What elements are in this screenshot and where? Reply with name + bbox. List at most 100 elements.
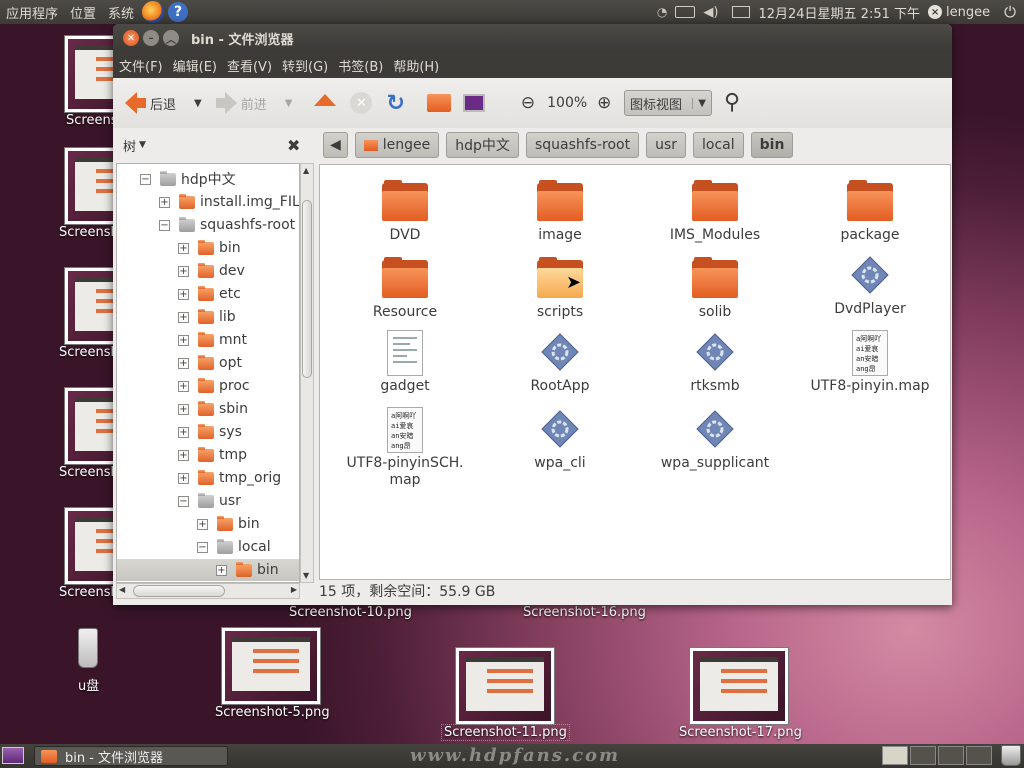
tree-item[interactable]: + tmp_orig [178,467,281,489]
file-item-text[interactable]: gadget [330,330,480,395]
menu-go[interactable]: 转到(G) [277,56,333,75]
expand-icon[interactable]: + [178,472,189,484]
menu-help[interactable]: 帮助(H) [388,56,444,75]
menu-file[interactable]: 文件(F) [114,56,168,75]
volume-icon[interactable]: ◀) [703,5,718,20]
collapse-icon[interactable]: − [140,173,151,185]
menu-bookmarks[interactable]: 书签(B) [333,56,388,75]
tree-item[interactable]: − squashfs-root [159,214,295,236]
tree-item[interactable]: − hdp中文 [140,168,236,190]
expand-icon[interactable]: + [178,334,189,346]
file-item-folder[interactable]: image [485,180,635,244]
file-item-folder[interactable]: Resource [330,257,480,321]
keyboard-icon[interactable] [675,6,696,18]
tree-item[interactable]: + opt [178,352,242,374]
menu-edit[interactable]: 编辑(E) [168,56,222,75]
file-item-executable[interactable]: wpa_supplicant [640,409,790,472]
file-item-folder[interactable]: scripts ➤ [485,257,635,321]
scroll-thumb[interactable] [302,200,312,378]
breadcrumb-item-home[interactable]: lengee [354,132,440,158]
breadcrumb-item[interactable]: usr [646,132,687,158]
tree-item[interactable]: − local [197,536,271,558]
show-desktop-icon[interactable] [2,747,24,764]
collapse-icon[interactable]: − [197,541,208,553]
tree-item[interactable]: + lib [178,306,236,328]
tree-item[interactable]: + sbin [178,398,248,420]
workspace-switcher[interactable] [882,746,908,765]
tree-item[interactable]: + proc [178,375,250,397]
breadcrumb-item[interactable]: squashfs-root [525,132,640,158]
folder-tree[interactable]: − hdp中文 + install.img_FILE − squashfs-root … [116,163,300,583]
workspace-switcher-3[interactable] [938,746,964,765]
scroll-left-icon[interactable]: ◀ [119,585,125,594]
zoom-in-icon[interactable]: ⊕ [597,93,611,113]
reload-icon[interactable]: ↻ [386,91,404,116]
breadcrumb-item-current[interactable]: bin [750,132,794,158]
workspace-switcher-2[interactable] [910,746,936,765]
expand-icon[interactable]: + [178,426,189,438]
tree-item[interactable]: − usr [178,490,241,512]
tree-vertical-scrollbar[interactable]: ▲ ▼ [300,163,314,583]
expand-icon[interactable]: + [178,357,189,369]
expand-icon[interactable]: + [178,380,189,392]
desktop-thumb-screenshot-11[interactable] [455,647,555,725]
expand-icon[interactable]: + [178,449,189,461]
file-item-executable[interactable]: DvdPlayer [795,255,945,318]
file-item-executable[interactable]: RootApp [485,332,635,395]
home-folder-icon[interactable] [426,94,451,112]
tree-item[interactable]: + bin [178,237,241,259]
up-arrow-icon[interactable] [314,94,337,106]
stop-icon[interactable]: ✕ [350,92,373,114]
back-dropdown-icon[interactable]: ▼ [194,98,202,109]
desktop-thumb-screenshot-17[interactable] [689,647,789,725]
trash-icon[interactable] [1001,745,1021,766]
tree-horizontal-scrollbar[interactable]: ◀ ▶ [116,583,300,599]
usb-drive-icon[interactable] [78,628,98,668]
file-item-folder[interactable]: solib [640,257,790,321]
user-icon[interactable]: × [928,5,943,19]
expand-icon[interactable]: + [178,403,189,415]
title-bar[interactable]: ✕ – ︿ bin - 文件浏览器 [113,24,952,52]
zoom-out-icon[interactable]: ⊖ [521,93,535,113]
file-item-executable[interactable]: wpa_cli [485,409,635,472]
file-item-folder[interactable]: IMS_Modules [640,180,790,244]
help-icon[interactable]: ? [168,2,189,22]
chevron-down-icon[interactable]: ▼ [139,140,146,150]
scroll-down-icon[interactable]: ▼ [303,571,309,580]
tree-item[interactable]: + dev [178,260,245,282]
minimize-icon[interactable]: – [143,30,159,46]
firefox-icon[interactable] [142,1,165,23]
computer-icon[interactable] [462,94,485,112]
scroll-right-icon[interactable]: ▶ [291,585,297,594]
forward-button[interactable]: 前进 ▼ [215,92,293,114]
sidebar-mode-select[interactable]: 树 [123,136,136,155]
expand-icon[interactable]: + [178,242,189,254]
scroll-thumb-horizontal[interactable] [133,585,225,597]
file-item-text[interactable]: a阿啊吖 ai爱哀 an安暗 ang昂 UTF8-pinyinSCH. map [330,407,480,489]
forward-dropdown-icon[interactable]: ▼ [285,98,293,109]
system-menu[interactable]: 系统 [102,3,140,22]
file-item-folder[interactable]: package [795,180,945,244]
tree-item[interactable]: + bin [197,513,260,535]
menu-view[interactable]: 查看(V) [222,56,277,75]
file-item-folder[interactable]: DVD [330,180,480,244]
tree-item[interactable]: + install.img_FILE [159,191,299,213]
tree-item[interactable]: + mnt [178,329,247,351]
expand-icon[interactable]: + [216,564,227,576]
collapse-icon[interactable]: − [159,219,170,231]
expand-icon[interactable]: + [159,196,170,208]
mail-icon[interactable] [732,6,751,18]
breadcrumb-item[interactable]: local [693,132,744,158]
scroll-up-icon[interactable]: ▲ [303,166,309,175]
breadcrumb-item[interactable]: hdp中文 [446,132,519,158]
close-sidebar-icon[interactable]: ✖ [287,136,300,155]
collapse-icon[interactable]: − [178,495,189,507]
places-menu[interactable]: 位置 [64,3,102,22]
expand-icon[interactable]: + [178,311,189,323]
expand-icon[interactable]: + [197,518,208,530]
file-item-text[interactable]: a阿啊吖 ai爱哀 an安暗 ang昂 UTF8-pinyin.map [795,330,945,395]
tree-item[interactable]: + tmp [178,444,247,466]
tree-item-selected[interactable]: + bin [117,559,299,581]
close-icon[interactable]: ✕ [123,30,139,46]
user-name[interactable]: lengee [946,5,990,20]
